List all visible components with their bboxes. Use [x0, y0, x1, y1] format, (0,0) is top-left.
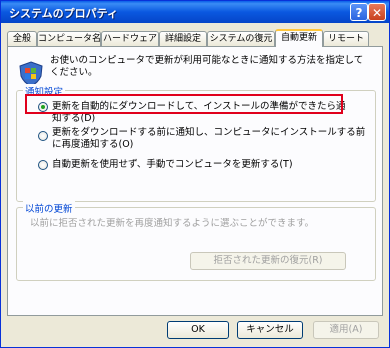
previous-updates-legend: 以前の更新	[23, 201, 75, 215]
title-bar[interactable]: システムのプロパティ ? ✕	[1, 1, 389, 23]
tab-remote[interactable]: リモート	[323, 31, 369, 46]
tab-hardware[interactable]: ハードウェア	[101, 31, 159, 46]
tab-advanced[interactable]: 詳細設定	[159, 31, 207, 46]
apply-button[interactable]: 適用(A)	[313, 321, 379, 339]
restore-declined-updates-button[interactable]: 拒否された更新の復元(R)	[190, 252, 346, 270]
option-notify-before-download-label[interactable]: 更新をダウンロードする前に通知し、コンピュータにインストールする前に再度通知する…	[52, 127, 370, 151]
radio-manual-update[interactable]	[38, 160, 48, 170]
automatic-updates-panel: お使いのコンピュータで更新が利用可能なときに通知する方法を指定してください。 通…	[7, 46, 383, 316]
tab-automatic-updates[interactable]: 自動更新	[275, 29, 323, 47]
tab-system-restore[interactable]: システムの復元	[207, 31, 275, 46]
ok-button[interactable]: OK	[167, 321, 229, 339]
radio-notify-before-download[interactable]	[38, 131, 48, 141]
tab-general[interactable]: 全般	[7, 31, 37, 46]
help-button[interactable]: ?	[350, 3, 368, 21]
cancel-button[interactable]: キャンセル	[237, 321, 303, 339]
close-button[interactable]: ✕	[368, 3, 386, 21]
window-title: システムのプロパティ	[9, 7, 119, 20]
system-properties-window: システムのプロパティ ? ✕ 全般 コンピュータ名 ハードウェア 詳細設定 シス…	[0, 0, 390, 348]
tab-computer-name[interactable]: コンピュータ名	[37, 31, 101, 46]
option-manual-update-label[interactable]: 自動更新を使用せず、手動でコンピュータを更新する(T)	[52, 159, 352, 171]
previous-updates-description: 以前に拒否された更新を再度通知するように選ぶことができます。	[30, 218, 315, 229]
intro-text: お使いのコンピュータで更新が利用可能なときに通知する方法を指定してください。	[50, 55, 364, 78]
highlight-box	[25, 94, 343, 114]
